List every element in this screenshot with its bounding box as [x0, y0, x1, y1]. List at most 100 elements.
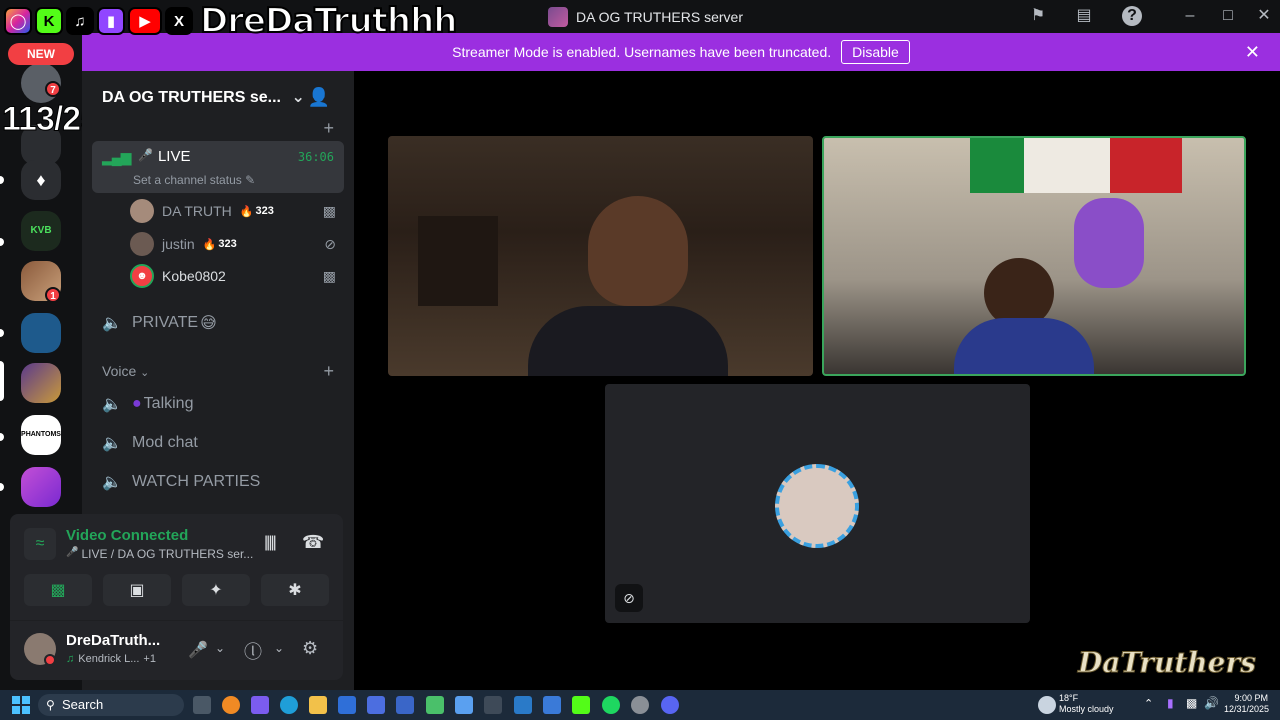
chevron-up-icon[interactable]: ⌃ — [1144, 697, 1153, 710]
clock[interactable]: 9:00 PM 12/31/2025 — [1224, 693, 1270, 715]
chevron-down-icon: ⌄ — [140, 367, 150, 379]
notification-badge: 7 — [45, 81, 61, 97]
app-icon-blue[interactable] — [455, 696, 473, 714]
weather-widget[interactable]: 18°F Mostly cloudy — [1059, 693, 1114, 715]
outlook-icon[interactable] — [396, 696, 414, 714]
close-banner-icon[interactable]: ✕ — [1245, 42, 1260, 63]
voice-user-name: Kobe0802 — [162, 268, 226, 284]
voice-location[interactable]: 🎤 LIVE / DA OG TRUTHERS ser... — [66, 547, 253, 561]
minimize-button[interactable]: – — [1180, 6, 1200, 26]
activity-text: Kendrick L... — [78, 653, 140, 665]
channel-live[interactable]: ▂▄▆ 🎤 LIVE 36:06 Set a channel status ✎ — [92, 141, 344, 193]
app-icon-photos[interactable] — [543, 696, 561, 714]
voice-connection-panel: ≈ Video Connected 🎤 LIVE / DA OG TRUTHER… — [10, 514, 343, 680]
microphone-icon: 🎤 — [138, 148, 153, 162]
voice-location-text: LIVE / DA OG TRUTHERS ser... — [81, 547, 254, 561]
camera-toggle-button[interactable]: ▩ — [24, 574, 92, 606]
task-view-icon[interactable] — [193, 696, 211, 714]
spotify-icon[interactable] — [602, 696, 620, 714]
video-tile-3-avatar[interactable]: ⊘ — [605, 384, 1030, 623]
channel-talking[interactable]: 🔈 ● Talking — [102, 394, 193, 414]
channel-watch-parties[interactable]: 🔈 WATCH PARTIES — [102, 472, 260, 492]
channel-mod-chat[interactable]: 🔈 Mod chat — [102, 433, 198, 453]
microphone-icon[interactable]: 🎤 — [188, 640, 208, 660]
voice-user-name: justin — [162, 236, 195, 252]
channel-name: LIVE — [157, 148, 191, 165]
firefox-icon[interactable] — [222, 696, 240, 714]
server-header[interactable]: DA OG TRUTHERS se... ⌄ — [102, 87, 305, 107]
banner-text: Streamer Mode is enabled. Usernames have… — [452, 44, 832, 60]
headphones-icon[interactable]: ⓛ — [244, 638, 262, 664]
close-window-button[interactable]: ✕ — [1254, 6, 1274, 26]
volume-icon[interactable]: 🔊 — [1204, 696, 1219, 710]
phantoms-server-icon[interactable]: PHANTOMS — [21, 415, 61, 455]
app-icon-green[interactable] — [426, 696, 444, 714]
chevron-down-icon[interactable]: ⌄ — [215, 641, 225, 655]
obs-icon[interactable] — [631, 696, 649, 714]
channel-private[interactable]: 🔈 PRIVATE 😅 — [102, 313, 217, 333]
video-tile-2-speaking[interactable] — [822, 136, 1246, 376]
category-voice[interactable]: Voice ⌄ — [102, 363, 149, 379]
edge-icon[interactable] — [280, 696, 298, 714]
twitch-tray-icon[interactable]: ▮ — [1167, 696, 1174, 710]
connection-signal-icon[interactable]: ≈ — [24, 528, 56, 560]
discord-icon[interactable] — [661, 696, 679, 714]
flag-white — [1024, 138, 1110, 193]
unread-pill — [0, 483, 4, 491]
clock-date: 12/31/2025 — [1224, 704, 1270, 714]
active-server-icon[interactable] — [21, 363, 61, 403]
voice-active-icon: ▂▄▆ — [102, 149, 131, 165]
help-icon[interactable]: ? — [1122, 6, 1142, 26]
fire-icon: 🔥 — [239, 205, 254, 218]
network-icon[interactable]: ▩ — [1186, 696, 1197, 710]
voice-user-kobe[interactable]: ☻ Kobe0802 — [130, 264, 226, 288]
person-shirt — [528, 306, 728, 376]
weather-temp: 18°F — [1059, 693, 1079, 703]
invite-people-icon[interactable]: 👤 — [308, 87, 330, 108]
streamer-handle: DreDaTruthhh — [199, 0, 459, 42]
store-icon[interactable] — [338, 696, 356, 714]
add-channel-icon[interactable]: + — [323, 118, 334, 139]
weather-icon[interactable] — [1038, 696, 1056, 714]
gear-icon[interactable]: ⚙ — [302, 638, 318, 659]
server-icon-3[interactable]: ♦ — [21, 160, 61, 200]
flag-icon[interactable]: ⚑ — [1028, 6, 1048, 26]
noise-suppression-icon[interactable]: ||||| — [264, 534, 277, 552]
flag-red — [1110, 138, 1182, 193]
chevron-down-icon[interactable]: ⌄ — [274, 641, 284, 655]
server-icon-6[interactable] — [21, 313, 61, 353]
set-channel-status[interactable]: Set a channel status ✎ — [133, 173, 255, 187]
taskbar-search[interactable]: ⚲ Search — [38, 694, 184, 716]
add-voice-channel-icon[interactable]: + — [323, 361, 334, 382]
voice-user-justin[interactable]: justin 🔥 323 — [130, 232, 237, 256]
inbox-icon[interactable]: ▤ — [1074, 6, 1094, 26]
kick-app-icon[interactable] — [572, 696, 590, 714]
app-icon-ocean[interactable] — [514, 696, 532, 714]
server-name: DA OG TRUTHERS se... — [102, 89, 281, 106]
screen-share-button[interactable]: ▣ — [103, 574, 171, 606]
activities-button[interactable]: ✦ — [182, 574, 250, 606]
emoji-icon: 😅 — [200, 315, 217, 332]
teams-icon[interactable] — [367, 696, 385, 714]
weather-desc: Mostly cloudy — [1059, 704, 1114, 714]
soundboard-button[interactable]: ✱ — [261, 574, 329, 606]
windows-start-icon[interactable] — [12, 696, 30, 714]
copilot-icon[interactable] — [251, 696, 269, 714]
channel-name: Mod chat — [132, 434, 198, 451]
video-tile-1[interactable] — [388, 136, 813, 376]
clock-time: 9:00 PM — [1234, 693, 1268, 703]
kvb-server-icon[interactable]: KVB — [21, 211, 61, 251]
disconnect-icon[interactable]: ☎ — [302, 532, 324, 553]
server-icon-9[interactable] — [21, 467, 61, 507]
voice-user-da-truth[interactable]: DA TRUTH 🔥 323 — [130, 199, 274, 223]
streak-badge: 🔥 323 — [203, 238, 237, 251]
user-name[interactable]: DreDaTruth... — [66, 632, 160, 649]
maximize-button[interactable]: □ — [1218, 6, 1238, 26]
file-explorer-icon[interactable] — [309, 696, 327, 714]
discord-avatar-icon: ☻ — [130, 264, 154, 288]
kick-icon: K — [35, 7, 63, 35]
instagram-icon: ◯ — [4, 7, 32, 35]
speaker-lock-icon: 🔈 — [102, 315, 122, 332]
app-icon-dark[interactable] — [484, 696, 502, 714]
disable-streamer-mode-button[interactable]: Disable — [841, 40, 910, 64]
